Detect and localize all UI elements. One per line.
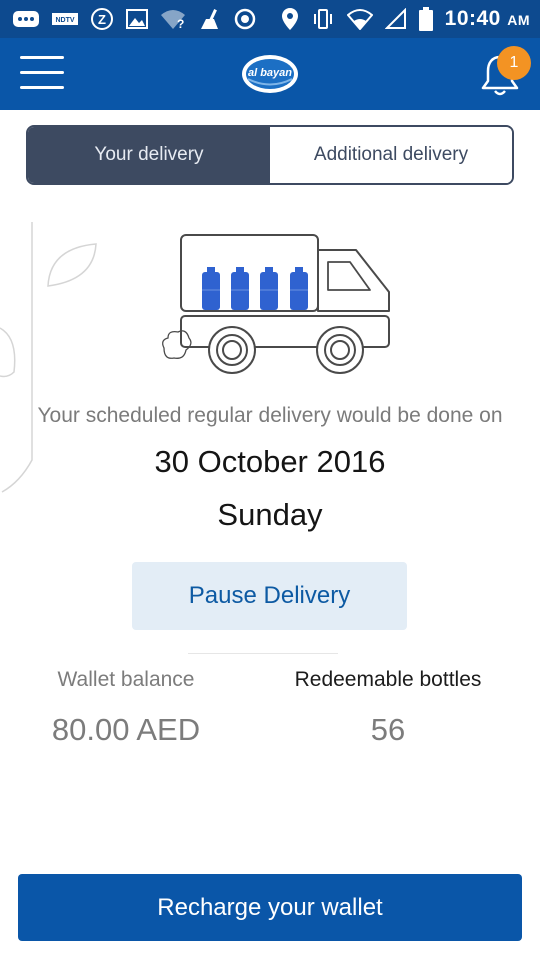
schedule-text: Your scheduled regular delivery would be… [37, 404, 503, 427]
location-icon [281, 8, 298, 30]
redeemable-bottles-value: 56 [370, 712, 406, 747]
wifi-question-icon: ? [161, 10, 185, 30]
water-bottle-icon [202, 267, 220, 310]
wallet-balance-label: Wallet balance [57, 668, 195, 691]
radio-icon [234, 8, 256, 30]
water-bottle-icon [260, 267, 278, 310]
vibrate-icon [313, 9, 332, 29]
delivery-day: Sunday [217, 497, 323, 532]
menu-icon-line [20, 56, 64, 59]
delivery-van-illustration [162, 234, 390, 374]
recharge-wallet-button[interactable]: Recharge your wallet [18, 874, 522, 941]
pause-delivery-button[interactable]: Pause Delivery [132, 562, 407, 630]
notification-badge[interactable]: 1 [497, 46, 531, 80]
water-bottle-icon [290, 267, 308, 310]
water-bottle-icon [231, 267, 249, 310]
wifi-icon [346, 9, 373, 30]
svg-text:NDTV: NDTV [55, 17, 74, 24]
tab-additional-delivery[interactable]: Additional delivery [270, 127, 512, 183]
menu-button[interactable] [20, 56, 64, 92]
logo-text: al bayan [247, 67, 293, 79]
delivery-tabs: Your delivery Additional delivery [26, 125, 514, 185]
battery-icon [418, 7, 433, 31]
status-bar-left: NDTV Z ? [12, 6, 256, 32]
shazam-icon: Z [91, 8, 113, 30]
gallery-icon [126, 9, 148, 29]
menu-icon-line [20, 71, 64, 74]
news-app-icon: NDTV [52, 13, 78, 25]
cell-signal-icon [384, 8, 406, 29]
cleaner-icon [201, 9, 218, 29]
delivery-date: 30 October 2016 [154, 444, 386, 479]
status-bar-right: 10:40 AM [281, 6, 530, 32]
menu-icon-line [20, 86, 64, 89]
app-bar: al bayan [0, 38, 540, 110]
tab-your-delivery[interactable]: Your delivery [28, 127, 270, 183]
notification-icon [13, 11, 39, 27]
status-time: 10:40 AM [444, 7, 530, 30]
albayan-logo: al bayan [240, 52, 300, 96]
svg-text:?: ? [177, 17, 184, 30]
svg-text:Z: Z [98, 12, 106, 27]
wallet-balance-value: 80.00 AED [51, 712, 201, 747]
divider [188, 653, 338, 654]
status-bar: NDTV Z ? 10:40 AM [0, 0, 540, 38]
redeemable-bottles-label: Redeemable bottles [294, 668, 482, 691]
